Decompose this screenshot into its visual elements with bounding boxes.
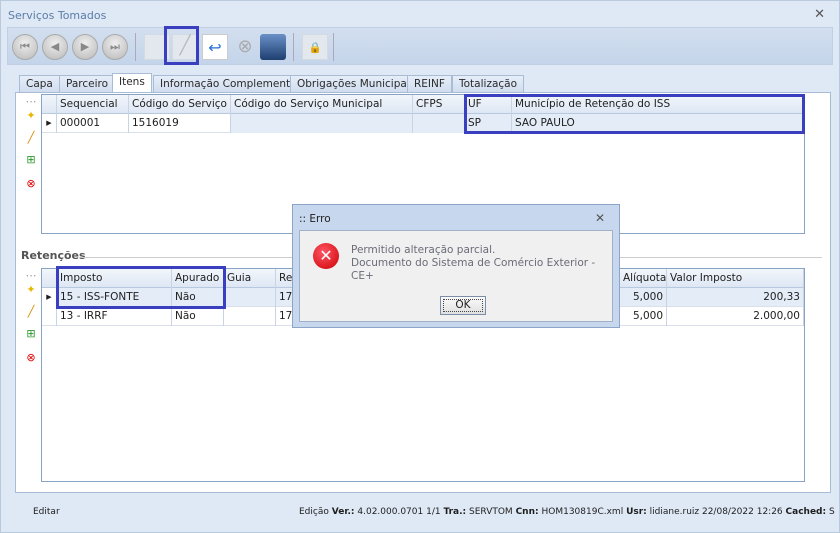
more-icon[interactable]: ⋯ — [24, 269, 38, 283]
separator — [135, 33, 136, 61]
delete-icon[interactable]: ⊗ — [24, 351, 38, 365]
insert-row-icon[interactable]: ⊞ — [24, 327, 38, 341]
cell[interactable]: 200,33 — [667, 288, 804, 307]
next-icon: ▶ — [80, 40, 90, 53]
status-info: Edição Ver.: 4.02.000.0701 1/1 Tra.: SER… — [299, 507, 835, 517]
first-icon: ⏮ — [20, 40, 30, 53]
separator — [333, 33, 334, 61]
cell[interactable] — [413, 114, 465, 133]
dialog-body: ✕ Permitido alteração parcial. Documento… — [299, 230, 613, 322]
cell[interactable] — [224, 288, 276, 307]
col-codigo-servico[interactable]: Código do Serviço — [129, 95, 231, 114]
cell[interactable]: 13 - IRRF — [57, 307, 172, 326]
cell[interactable]: 000001 — [57, 114, 129, 133]
first-record-button[interactable]: ⏮ — [12, 34, 38, 60]
add-icon[interactable]: ✦ — [24, 109, 38, 123]
col-sequencial[interactable]: Sequencial — [57, 95, 129, 114]
window-title: Serviços Tomados — [8, 9, 107, 22]
edit-icon[interactable]: ╱ — [24, 305, 38, 319]
col-valor-imposto[interactable]: Valor Imposto — [667, 269, 804, 288]
cell[interactable]: 5,000 — [620, 307, 667, 326]
highlight-uf-municipio — [464, 94, 805, 134]
edit-icon[interactable]: ╱ — [24, 131, 38, 145]
cell[interactable]: 2.000,00 — [667, 307, 804, 326]
ok-button[interactable]: OK — [440, 296, 486, 315]
toolbar: ⏮ ◀ ▶ ⏭ ╱ ↩ ⊗ 🔒 — [7, 27, 833, 65]
cell[interactable] — [224, 307, 276, 326]
error-dialog: :: Erro ✕ ✕ Permitido alteração parcial.… — [292, 204, 620, 328]
col-aliquota[interactable]: Alíquota — [620, 269, 667, 288]
row-indicator-icon: ▶ — [42, 288, 57, 307]
last-icon: ⏭ — [110, 40, 120, 53]
error-icon: ✕ — [313, 243, 339, 269]
last-record-button[interactable]: ⏭ — [102, 34, 128, 60]
save-icon[interactable] — [260, 34, 286, 60]
dialog-message: Permitido alteração parcial. Documento d… — [351, 244, 596, 282]
close-icon[interactable]: ✕ — [595, 211, 605, 225]
col-cfps[interactable]: CFPS — [413, 95, 465, 114]
insert-row-icon[interactable]: ⊞ — [24, 153, 38, 167]
lock-button[interactable]: 🔒 — [302, 34, 328, 60]
cancel-button[interactable]: ⊗ — [232, 34, 258, 60]
dialog-title: :: Erro — [299, 213, 331, 225]
cell[interactable]: Não — [172, 307, 224, 326]
col-codigo-servico-municipal[interactable]: Código do Serviço Municipal — [231, 95, 413, 114]
more-icon[interactable]: ⋯ — [24, 95, 38, 109]
add-icon[interactable]: ✦ — [24, 283, 38, 297]
row-indicator-icon: ▶ — [42, 114, 57, 133]
cell[interactable]: 1516019 — [129, 114, 231, 133]
status-bar: Editar Edição Ver.: 4.02.000.0701 1/1 Tr… — [7, 501, 835, 523]
status-mode: Editar — [33, 507, 60, 517]
prev-record-button[interactable]: ◀ — [42, 34, 68, 60]
undo-button[interactable]: ↩ — [202, 34, 228, 60]
close-icon[interactable]: ✕ — [814, 7, 825, 22]
cell[interactable]: 5,000 — [620, 288, 667, 307]
cell[interactable] — [231, 114, 413, 133]
highlight-edit-button — [164, 26, 199, 65]
retencoes-label: Retenções — [21, 249, 86, 262]
tab-itens[interactable]: Itens — [112, 73, 152, 94]
prev-icon: ◀ — [50, 40, 60, 53]
next-record-button[interactable]: ▶ — [72, 34, 98, 60]
col-guia[interactable]: Guia — [224, 269, 276, 288]
delete-icon[interactable]: ⊗ — [24, 177, 38, 191]
highlight-imposto-apurado — [56, 266, 226, 309]
separator — [293, 33, 294, 61]
